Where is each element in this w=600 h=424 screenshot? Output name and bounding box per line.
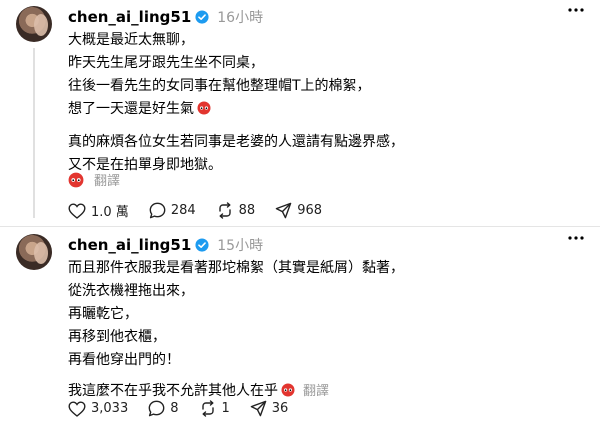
post-text-line: 真的麻煩各位女生若同事是老婆的人還請有點邊界感， (68, 134, 404, 150)
like-count: 3,033 (91, 401, 129, 416)
post-header: chen_ai_ling51 16小時 (68, 7, 263, 27)
verified-badge-icon (195, 10, 209, 24)
share-count: 968 (297, 203, 323, 218)
post-text-line: 往後一看先生的女同事在幫他整理帽T上的棉絮， (68, 78, 371, 94)
translate-button[interactable]: 翻譯 (68, 170, 120, 189)
heart-icon (68, 202, 86, 219)
post-text-line: 再曬乾它， (68, 306, 138, 322)
post-actions: 3,033 8 1 36 (68, 400, 308, 417)
like-button[interactable]: 3,033 (68, 400, 129, 417)
comment-icon (148, 400, 165, 417)
comment-count: 284 (170, 203, 196, 218)
thread-post-2: chen_ai_ling51 15小時 而且那件衣服我是看著那坨棉絮（其實是紙屑… (0, 226, 600, 424)
post-timestamp[interactable]: 16小時 (217, 7, 263, 27)
more-icon[interactable] (568, 8, 584, 12)
repost-button[interactable]: 88 (216, 202, 256, 219)
avatar[interactable] (16, 234, 52, 270)
translate-button[interactable]: 翻譯 (303, 384, 329, 399)
post-timestamp[interactable]: 15小時 (217, 235, 263, 255)
share-count: 36 (271, 401, 289, 416)
username[interactable]: chen_ai_ling51 (68, 8, 191, 26)
post-actions: 1.0 萬 284 88 968 (68, 201, 342, 220)
repost-count: 88 (238, 203, 256, 218)
verified-badge-icon (195, 238, 209, 252)
like-button[interactable]: 1.0 萬 (68, 201, 129, 220)
angry-face-emoji-icon (197, 101, 211, 115)
post-body: 而且那件衣服我是看著那坨棉絮（其實是紙屑）黏著， 從洗衣機裡拖出來， 再曬乾它，… (68, 257, 404, 403)
post-text-line: 想了一天還是好生氣 (68, 98, 404, 121)
post-text-line: 從洗衣機裡拖出來， (68, 283, 194, 299)
post-text-line: 再移到他衣櫃， (68, 329, 166, 345)
comment-icon (149, 202, 166, 219)
thread-post-1: chen_ai_ling51 16小時 大概是最近太無聊， 昨天先生尾牙跟先生坐… (0, 0, 600, 226)
like-count: 1.0 萬 (91, 205, 129, 220)
post-text-line: 昨天先生尾牙跟先生坐不同桌， (68, 55, 264, 71)
more-icon[interactable] (568, 236, 584, 240)
translate-label: 翻譯 (94, 174, 121, 189)
post-text-line: 而且那件衣服我是看著那坨棉絮（其實是紙屑）黏著， (68, 260, 404, 276)
share-button[interactable]: 968 (275, 202, 322, 219)
repost-icon (218, 202, 231, 219)
post-text-line: 大概是最近太無聊， (68, 32, 194, 48)
share-button[interactable]: 36 (250, 400, 289, 417)
angry-face-emoji-icon (281, 383, 295, 397)
comment-button[interactable]: 8 (148, 400, 179, 417)
post-header: chen_ai_ling51 15小時 (68, 235, 263, 255)
comment-button[interactable]: 284 (149, 202, 196, 219)
avatar[interactable] (16, 6, 52, 42)
post-text-line: 再看他穿出門的！ (68, 352, 180, 368)
repost-button[interactable]: 1 (199, 400, 230, 417)
repost-icon (201, 400, 214, 417)
angry-face-emoji-icon (68, 172, 84, 187)
thread-connector-line (33, 48, 35, 218)
post-body: 大概是最近太無聊， 昨天先生尾牙跟先生坐不同桌， 往後一看先生的女同事在幫他整理… (68, 29, 404, 177)
username[interactable]: chen_ai_ling51 (68, 236, 191, 254)
heart-icon (68, 400, 86, 417)
share-icon (275, 202, 292, 219)
repost-count: 1 (221, 401, 230, 416)
comment-count: 8 (170, 401, 179, 416)
share-icon (250, 400, 267, 417)
